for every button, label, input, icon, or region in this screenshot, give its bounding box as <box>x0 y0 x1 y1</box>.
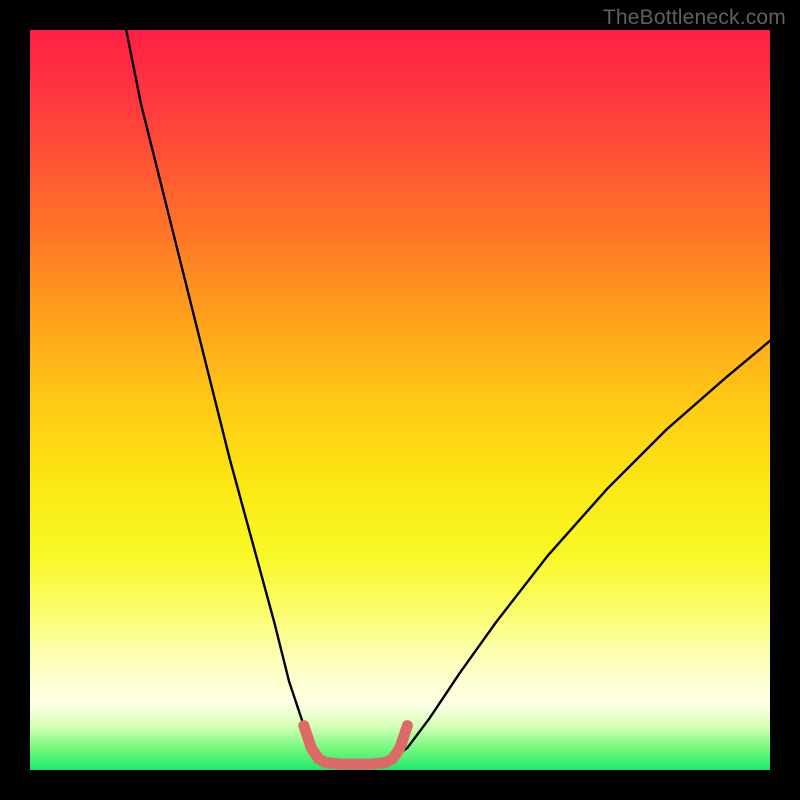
left-curve-path <box>126 30 318 759</box>
watermark-text: TheBottleneck.com <box>603 6 786 30</box>
right-curve-path <box>393 341 770 759</box>
gradient-plot-area <box>30 30 770 770</box>
chart-frame: TheBottleneck.com <box>0 0 800 800</box>
curve-layer <box>30 30 770 770</box>
highlight-band-path <box>304 726 408 765</box>
